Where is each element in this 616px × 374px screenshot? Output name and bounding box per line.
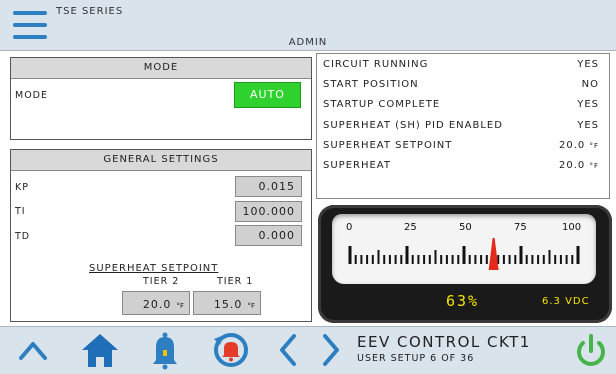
status-value: NO (581, 79, 599, 90)
general-settings-title: GENERAL SETTINGS (11, 150, 311, 171)
tier2-unit: °F (176, 302, 184, 310)
gauge-dial: 0 25 50 75 100 (332, 214, 596, 284)
status-label: SUPERHEAT (SH) PID ENABLED (323, 120, 503, 131)
gauge-tick (542, 255, 545, 264)
tier2-value: 20.0 (142, 298, 172, 311)
mode-panel: MODE MODE AUTO (10, 57, 312, 140)
gauge-tick (519, 246, 523, 264)
td-value[interactable]: 0.000 (235, 225, 302, 246)
gauge-tick (417, 255, 420, 264)
gauge-tick (480, 255, 483, 264)
ti-label: TI (15, 206, 26, 217)
bell-icon[interactable] (149, 330, 181, 370)
gauge-tick (559, 255, 562, 264)
status-unit: °F (589, 142, 599, 150)
tier1-label: TIER 1 (217, 276, 254, 287)
chevron-right-icon[interactable] (318, 330, 344, 370)
gauge-tick (531, 255, 534, 264)
superheat-setpoint-link[interactable]: SUPERHEAT SETPOINT (89, 263, 218, 274)
gauge-tick (434, 250, 437, 264)
gauge-tick (514, 255, 517, 264)
status-value: 20.0 (559, 160, 586, 171)
mode-label: MODE (15, 90, 48, 101)
gauge-tick (462, 246, 466, 264)
gauge-tick (537, 255, 540, 264)
status-row: SUPERHEAT SETPOINT 20.0 °F (323, 140, 599, 154)
status-row: SUPERHEAT 20.0 °F (323, 160, 599, 174)
gauge-tick (474, 255, 477, 264)
gauge-tick (525, 255, 528, 264)
gauge-tick (423, 255, 426, 264)
gauge-tick (428, 255, 431, 264)
ti-value[interactable]: 100.000 (235, 201, 302, 222)
gauge-tick (388, 255, 391, 264)
tier1-value-box[interactable]: 15.0 °F (193, 291, 261, 315)
gauge-tick (468, 255, 471, 264)
status-label: SUPERHEAT SETPOINT (323, 140, 453, 151)
gauge-tick (394, 255, 397, 264)
chevron-left-icon[interactable] (275, 330, 301, 370)
td-label: TD (15, 231, 31, 242)
status-value: YES (577, 59, 599, 70)
status-row: STARTUP COMPLETE YES (323, 99, 599, 113)
gauge-tick (440, 255, 443, 264)
mode-panel-title: MODE (11, 58, 311, 79)
gauge-tick (508, 255, 511, 264)
chevron-up-icon[interactable] (13, 330, 53, 370)
home-icon[interactable] (79, 330, 121, 370)
gauge-tick (371, 255, 374, 264)
screen-title: EEV CONTROL CKT1 (357, 333, 531, 351)
gauge-tick (445, 255, 448, 264)
kp-label: KP (15, 182, 29, 193)
gauge-tick (451, 255, 454, 264)
gauge-tick (377, 250, 380, 264)
gauge-tick (354, 255, 357, 264)
status-row: START POSITION NO (323, 79, 599, 93)
tier1-unit: °F (247, 302, 255, 310)
gauge-needle (488, 238, 499, 270)
gauge-voltage: 6.3 VDC (542, 296, 590, 307)
status-value: YES (577, 120, 599, 131)
alarm-reset-icon[interactable] (210, 329, 252, 371)
gauge-tick (565, 255, 568, 264)
general-settings-panel: GENERAL SETTINGS KP 0.015 TI 100.000 TD … (10, 149, 312, 322)
series-title: TSE SERIES (56, 6, 124, 17)
gauge-tick (360, 255, 363, 264)
status-label: SUPERHEAT (323, 160, 391, 171)
status-value: YES (577, 99, 599, 110)
gauge-scale (348, 238, 580, 270)
gauge-percent: 63% (446, 292, 480, 310)
gauge-tick (405, 246, 409, 264)
user-label: ADMIN (288, 37, 328, 48)
gauge-tick (383, 255, 386, 264)
gauge-tick (411, 255, 414, 264)
power-icon[interactable] (571, 331, 611, 371)
gauge-tick (348, 246, 352, 264)
status-panel: CIRCUIT RUNNING YES START POSITION NO ST… (316, 53, 610, 199)
kp-value[interactable]: 0.015 (235, 176, 302, 197)
gauge-tick (576, 246, 580, 264)
status-row: SUPERHEAT (SH) PID ENABLED YES (323, 120, 599, 134)
gauge-tick (571, 255, 574, 264)
gauge-tick (548, 250, 551, 264)
valve-position-gauge: 0 25 50 75 100 63% 6.3 VDC (318, 205, 612, 323)
status-label: CIRCUIT RUNNING (323, 59, 429, 70)
gauge-tick (400, 255, 403, 264)
tier2-value-box[interactable]: 20.0 °F (122, 291, 190, 315)
status-row: CIRCUIT RUNNING YES (323, 59, 599, 73)
header-bar: TSE SERIES ADMIN (0, 0, 616, 51)
gauge-tick (485, 255, 488, 264)
status-label: STARTUP COMPLETE (323, 99, 441, 110)
status-unit: °F (589, 162, 599, 170)
status-label: START POSITION (323, 79, 419, 90)
mode-auto-button[interactable]: AUTO (234, 82, 301, 108)
tier2-label: TIER 2 (143, 276, 180, 287)
status-value: 20.0 (559, 140, 586, 151)
gauge-tick (554, 255, 557, 264)
tier1-value: 15.0 (213, 298, 243, 311)
screen-subtitle: USER SETUP 6 OF 36 (357, 353, 475, 364)
gauge-tick (457, 255, 460, 264)
gauge-tick (502, 255, 505, 264)
gauge-tick (366, 255, 369, 264)
